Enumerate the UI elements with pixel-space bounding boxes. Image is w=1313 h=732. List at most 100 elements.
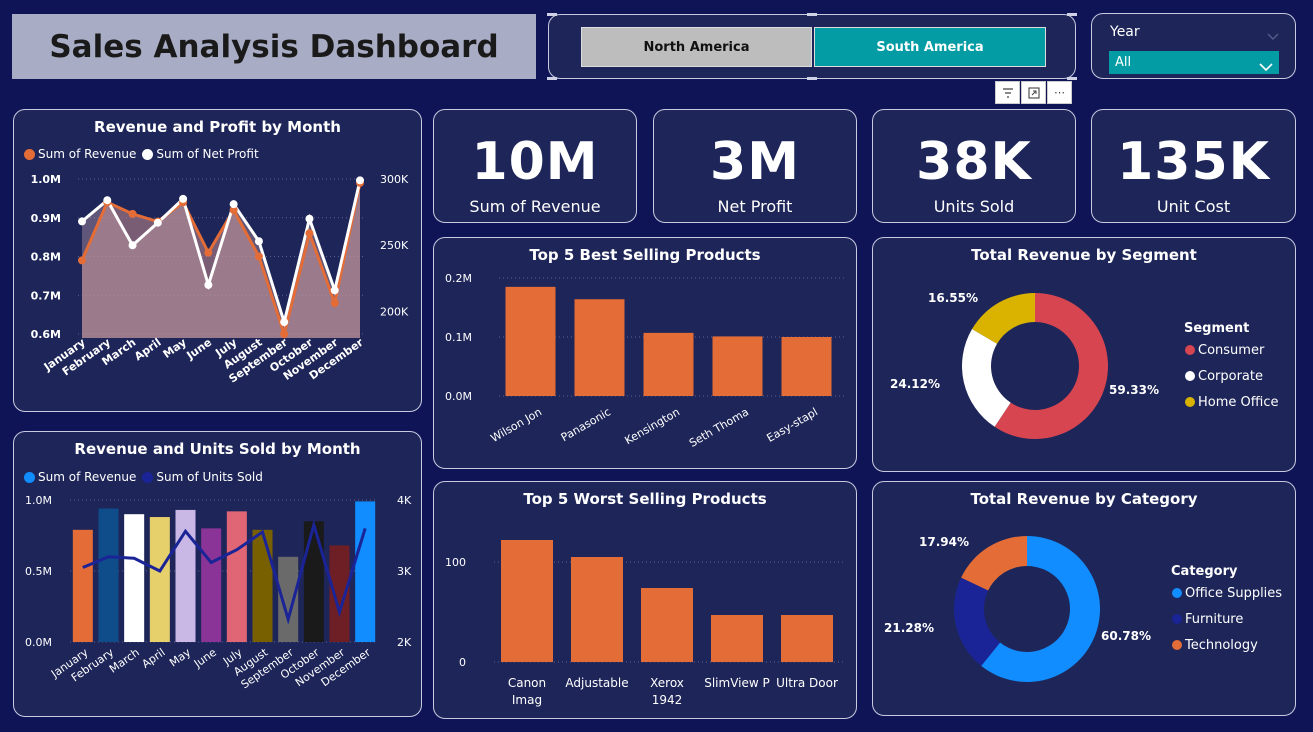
x-tick-label: March xyxy=(107,646,142,676)
x-tick-label: May xyxy=(161,336,189,361)
revenue-point xyxy=(78,256,86,265)
kpi-value: 10M xyxy=(471,132,599,192)
profit-point xyxy=(153,218,162,227)
profit-point xyxy=(356,176,364,185)
profit-point xyxy=(280,318,289,327)
legend-label: Corporate xyxy=(1198,369,1263,384)
y2-tick-label: 4K xyxy=(397,494,412,507)
resize-handle[interactable] xyxy=(807,13,817,16)
revenue-point xyxy=(330,299,339,307)
resize-handle[interactable] xyxy=(547,13,557,16)
profit-point xyxy=(103,196,112,205)
resize-handle[interactable] xyxy=(1067,13,1077,16)
legend-label: Technology xyxy=(1184,638,1258,653)
kpi-label: Unit Cost xyxy=(1156,197,1231,216)
legend-title: Segment xyxy=(1184,321,1249,336)
profit-point xyxy=(179,194,188,203)
x-tick-label: June xyxy=(184,336,215,363)
year-slicer[interactable]: Year All xyxy=(1091,13,1296,79)
product-bar xyxy=(574,299,625,396)
chevron-down-icon xyxy=(1259,57,1273,76)
profit-point xyxy=(330,286,339,295)
resize-handle[interactable] xyxy=(1067,77,1077,80)
donut-value-label: 60.78% xyxy=(1101,629,1151,643)
revenue-point xyxy=(254,252,263,261)
donut-value-label: 16.55% xyxy=(928,291,978,305)
kpi-label: Sum of Revenue xyxy=(469,197,601,216)
revenue-bar xyxy=(303,521,324,642)
product-bar xyxy=(643,332,694,396)
x-tick-label: SlimView P xyxy=(704,676,770,690)
y-tick-label: 0.2M xyxy=(445,272,472,285)
best-products-chart-panel[interactable]: Top 5 Best Selling Products 0.2M 0.1M 0.0M… xyxy=(433,237,857,469)
y2-tick-label: 250K xyxy=(380,239,409,252)
y2-tick-label: 2K xyxy=(397,636,412,649)
x-tick-label: Canon xyxy=(508,676,546,690)
category-donut-panel[interactable]: Total Revenue by Category 60.78% 21.28% 17… xyxy=(872,481,1296,716)
donut-slice xyxy=(961,536,1027,591)
category-donut-chart[interactable]: 60.78% 21.28% 17.94% Category Office Supplie… xyxy=(873,482,1296,716)
revenue-bar xyxy=(149,517,170,642)
x-tick-label: June xyxy=(191,646,219,671)
chevron-down-icon[interactable] xyxy=(1267,26,1279,45)
revenue-units-chart[interactable]: 1.0M0.5M0.0M4K3K2KJanuaryFebruaryMarchAp… xyxy=(14,432,422,717)
region-slicer[interactable]: North America South America xyxy=(547,13,1077,80)
legend-dot xyxy=(1172,640,1182,650)
profit-point xyxy=(204,280,213,289)
x-tick-label: Ultra Door xyxy=(776,676,838,690)
revenue-point xyxy=(204,248,213,257)
kpi-value: 135K xyxy=(1117,132,1270,192)
worst-products-chart[interactable]: 100 0 Canon Imag Adjustable Xerox 1942 SlimView… xyxy=(434,482,857,719)
revenue-units-chart-panel[interactable]: Revenue and Units Sold by Month Sum of R… xyxy=(13,431,422,717)
legend-dot xyxy=(1185,397,1195,407)
product-bar xyxy=(712,336,763,396)
kpi-card-units-sold: 38K Units Sold xyxy=(872,109,1076,223)
y-tick-label: 0.5M xyxy=(25,565,52,578)
legend-title: Category xyxy=(1171,564,1238,579)
resize-handle[interactable] xyxy=(547,77,557,80)
segment-donut-chart[interactable]: 59.33% 24.12% 16.55% Segment Consumer Corpora… xyxy=(873,238,1296,472)
year-label: Year xyxy=(1110,24,1140,40)
more-options-icon[interactable]: ⋯ xyxy=(1047,81,1072,104)
legend-label: Home Office xyxy=(1198,395,1278,410)
revenue-bar xyxy=(355,501,376,642)
segment-donut-panel[interactable]: Total Revenue by Segment 59.33% 24.12% 16.… xyxy=(872,237,1296,472)
revenue-point xyxy=(128,209,137,218)
revenue-bar xyxy=(226,511,247,642)
filter-icon[interactable] xyxy=(995,81,1020,104)
kpi-card-net-profit: 3M Net Profit xyxy=(653,109,857,223)
y-tick-label: 0.8M xyxy=(31,251,61,264)
worst-products-chart-panel[interactable]: Top 5 Worst Selling Products 100 0 Canon Im… xyxy=(433,481,857,719)
revenue-bar xyxy=(72,529,93,642)
product-bar xyxy=(711,615,763,662)
page-title: Sales Analysis Dashboard xyxy=(49,28,499,65)
legend-dot xyxy=(1185,345,1195,355)
x-tick-label: Imag xyxy=(512,693,542,707)
y-tick-label: 0.1M xyxy=(445,331,472,344)
revenue-profit-chart-panel[interactable]: Revenue and Profit by Month Sum of Reven… xyxy=(13,109,422,412)
revenue-bar xyxy=(201,528,222,642)
slicer-option-north-america[interactable]: North America xyxy=(581,27,812,67)
kpi-card-unit-cost: 135K Unit Cost xyxy=(1091,109,1296,223)
year-dropdown[interactable]: All xyxy=(1109,51,1279,74)
x-tick-label: May xyxy=(167,646,193,670)
x-tick-label: Panasonic xyxy=(559,405,613,444)
focus-mode-icon[interactable] xyxy=(1021,81,1046,104)
best-products-chart[interactable]: 0.2M 0.1M 0.0M Wilson Jon Panasonic Kensingto… xyxy=(434,238,857,469)
visual-toolbar: ⋯ xyxy=(995,81,1072,104)
revenue-profit-chart[interactable]: 1.0M0.9M0.8M0.7M0.6M300K250K200KJanuaryF… xyxy=(14,110,422,412)
y-tick-label: 0.0M xyxy=(445,390,472,403)
y2-tick-label: 3K xyxy=(397,565,412,578)
x-tick-label: April xyxy=(132,336,164,363)
legend-dot xyxy=(1172,614,1182,624)
revenue-bar xyxy=(124,514,145,642)
y-tick-label: 1.0M xyxy=(25,494,52,507)
y-tick-label: 100 xyxy=(445,556,466,569)
product-bar xyxy=(571,557,623,662)
resize-handle[interactable] xyxy=(807,77,817,80)
revenue-bar xyxy=(98,508,119,642)
slicer-option-south-america[interactable]: South America xyxy=(814,27,1046,67)
y-tick-label: 0.0M xyxy=(25,636,52,649)
x-tick-label: Seth Thoma xyxy=(687,405,751,449)
donut-value-label: 17.94% xyxy=(919,535,969,549)
